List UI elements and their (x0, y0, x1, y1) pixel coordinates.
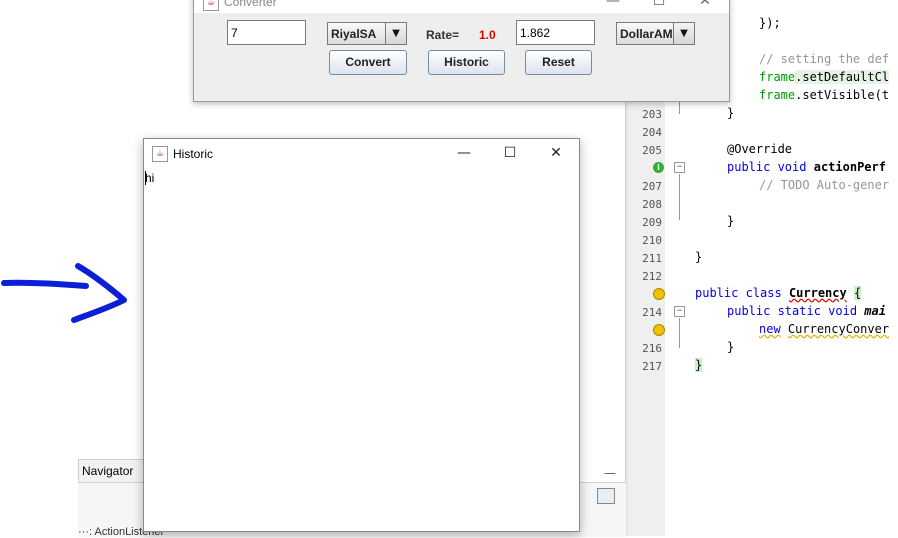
code-keyword: public class (695, 286, 782, 300)
fold-collapse-icon[interactable]: − (674, 162, 685, 173)
line-number: 203 (642, 108, 662, 121)
code-class-name: CurrencyConver (787, 322, 890, 336)
from-currency-value: RiyalSA (331, 27, 377, 41)
lightbulb-warning-icon[interactable] (653, 324, 665, 336)
code-line: public void actionPerf (727, 160, 886, 174)
line-number: 204 (642, 126, 662, 139)
code-line: public static void mai (727, 304, 886, 318)
code-line: }); (759, 16, 781, 30)
converter-titlebar[interactable]: ☕ Converter — ☐ ✕ (194, 0, 729, 13)
code-keyword: public static void (727, 304, 858, 318)
code-line: public class Currency { (695, 286, 862, 300)
amount-input[interactable]: 7 (227, 20, 306, 45)
navigator-view-icon[interactable] (597, 488, 615, 504)
code-class-name: Currency (788, 286, 847, 300)
line-number: 205 (642, 144, 662, 157)
line-number: 212 (642, 270, 662, 283)
to-currency-value: DollarAM (620, 27, 673, 41)
code-line: } (727, 106, 735, 120)
override-icon[interactable]: i (653, 162, 664, 173)
code-line: } (695, 358, 703, 372)
from-currency-select[interactable]: RiyalSA ▼ (327, 22, 407, 45)
fold-collapse-icon[interactable]: − (674, 306, 685, 317)
code-line: } (695, 250, 703, 264)
chevron-down-icon[interactable]: ▼ (673, 23, 694, 44)
navigator-tab-label: Navigator (82, 464, 134, 478)
fold-line (679, 318, 680, 348)
close-button[interactable]: ✕ (682, 0, 728, 13)
code-line: } (727, 214, 735, 228)
code-method: mai (864, 304, 886, 318)
close-button[interactable]: ✕ (533, 143, 579, 165)
code-call: .setVisible(t (795, 88, 890, 102)
code-field: frame (759, 70, 796, 84)
rate-value: 1.0 (479, 28, 496, 42)
code-comment: // TODO Auto-gener (759, 178, 890, 192)
code-comment: // setting the def (759, 52, 890, 66)
converter-title: Converter (224, 0, 277, 9)
java-icon: ☕ (152, 146, 168, 162)
navigator-tab[interactable]: Navigator × (78, 459, 144, 492)
historic-window: ☕ Historic — ☐ ✕ hi (143, 138, 580, 532)
code-keyword: new (759, 322, 781, 336)
maximize-button[interactable]: ☐ (487, 143, 533, 165)
to-currency-select[interactable]: DollarAM ▼ (616, 22, 695, 45)
minimize-button[interactable]: — (590, 0, 636, 13)
minimize-button[interactable]: — (441, 143, 487, 165)
convert-button[interactable]: Convert (329, 50, 407, 75)
historic-button[interactable]: Historic (428, 50, 505, 75)
line-number: 211 (642, 252, 662, 265)
code-brace: { (853, 286, 862, 300)
code-field: frame (759, 88, 796, 102)
historic-title: Historic (173, 147, 214, 161)
line-number: 214 (642, 306, 662, 319)
line-number: 207 (642, 180, 662, 193)
code-line: frame.setVisible(t (759, 88, 889, 102)
minimize-icon[interactable]: — (604, 466, 616, 480)
annotation-arrow-icon (1, 263, 127, 323)
code-annotation: @Override (727, 142, 793, 156)
historic-content[interactable]: hi (145, 171, 154, 185)
code-line: frame.setDefaultCl (759, 70, 890, 84)
lightbulb-error-icon[interactable] (653, 288, 665, 300)
code-line: } (727, 340, 735, 354)
java-icon: ☕ (203, 0, 219, 11)
code-method: actionPerf (813, 160, 886, 174)
line-number: 217 (642, 360, 662, 373)
historic-titlebar[interactable]: ☕ Historic — ☐ ✕ (144, 139, 579, 169)
maximize-button[interactable]: ☐ (636, 0, 682, 13)
line-number: 209 (642, 216, 662, 229)
code-keyword: public void (727, 160, 807, 174)
converter-window: ☕ Converter — ☐ ✕ 7 RiyalSA ▼ Rate= 1.0 … (193, 0, 730, 102)
chevron-down-icon[interactable]: ▼ (385, 23, 406, 44)
code-line: new CurrencyConver (759, 322, 889, 336)
line-number: 208 (642, 198, 662, 211)
line-number: 216 (642, 342, 662, 355)
code-call: .setDefaultCl (795, 70, 890, 84)
result-field[interactable]: 1.862 (516, 20, 595, 45)
fold-line (679, 174, 680, 220)
line-number: 210 (642, 234, 662, 247)
rate-label: Rate= (426, 28, 460, 42)
reset-button[interactable]: Reset (525, 50, 592, 75)
